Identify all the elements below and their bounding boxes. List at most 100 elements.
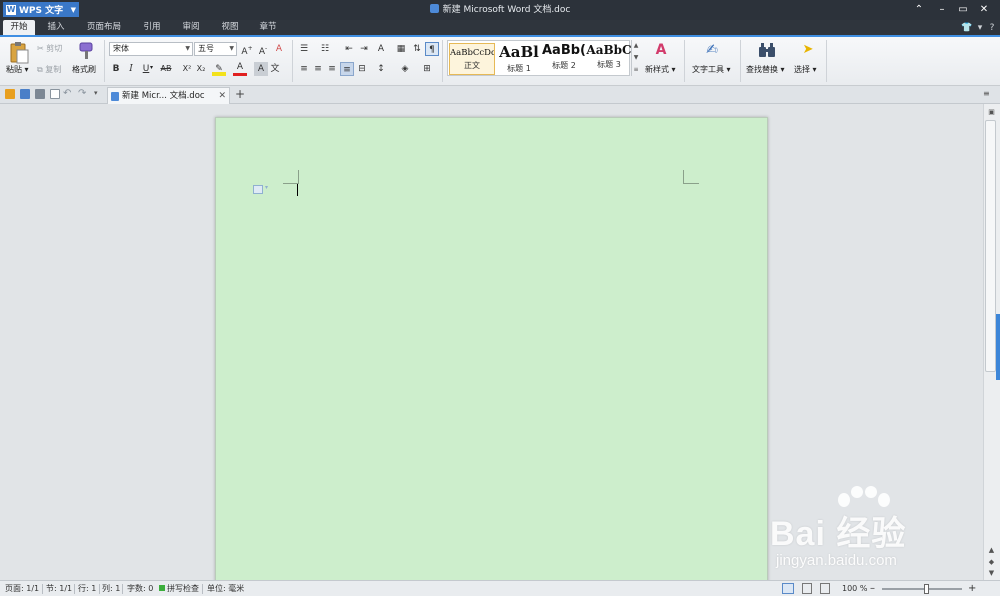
char-shading-button[interactable]: A — [254, 62, 268, 76]
format-painter-button[interactable]: 格式刷 — [72, 64, 96, 75]
print-preview-icon[interactable] — [50, 89, 60, 99]
bullet-list-icon[interactable]: ☰ — [297, 42, 311, 56]
paste-button[interactable] — [8, 41, 30, 65]
superscript-button[interactable]: X² — [180, 62, 194, 76]
wps-app-menu-button[interactable]: W WPS 文字 ▼ — [3, 2, 79, 17]
customize-toolbar-icon[interactable]: ▾ — [94, 89, 98, 97]
phonetic-guide-button[interactable]: 文 — [268, 62, 282, 76]
tab-section[interactable]: 章节 — [252, 20, 284, 35]
text-tools-icon[interactable]: ✍ — [701, 42, 723, 60]
scrollbar-thumb[interactable] — [985, 120, 996, 372]
table-grid-icon[interactable]: ▦ — [394, 42, 408, 56]
decrease-indent-icon[interactable]: ⇤ — [342, 42, 356, 56]
select-cursor-icon[interactable]: ➤ — [800, 42, 816, 58]
align-left-icon[interactable]: ≡ — [297, 62, 311, 76]
page-view-icon[interactable] — [782, 583, 794, 594]
font-color-button[interactable]: A — [233, 62, 247, 76]
subscript-button[interactable]: X₂ — [194, 62, 208, 76]
close-button[interactable]: ✕ — [977, 3, 991, 17]
tab-menu-icon[interactable]: ≡ — [983, 89, 993, 99]
binoculars-icon[interactable] — [757, 41, 777, 59]
status-word-count[interactable]: 字数: 0 — [127, 581, 153, 596]
style-heading-3[interactable]: AaBbC 标题 3 — [586, 43, 632, 75]
copy-button[interactable]: ⧉ 复制 — [37, 64, 61, 75]
show-marks-icon[interactable]: ¶ — [425, 42, 439, 56]
bold-button[interactable]: B — [109, 62, 123, 76]
increase-indent-icon[interactable]: ⇥ — [357, 42, 371, 56]
text-direction-icon[interactable]: A — [374, 42, 388, 56]
new-tab-button[interactable]: + — [234, 88, 246, 100]
chevron-down-icon[interactable]: ▾ — [974, 22, 986, 34]
line-spacing-icon[interactable]: ↕ — [374, 62, 388, 76]
font-size-combo[interactable]: 五号 ▼ — [194, 42, 237, 56]
align-center-icon[interactable]: ≡ — [311, 62, 325, 76]
borders-icon[interactable]: ⊞ — [420, 62, 434, 76]
close-icon[interactable]: ✕ — [218, 88, 226, 104]
app-menu-label: WPS 文字 — [19, 6, 64, 16]
zoom-in-icon[interactable]: + — [968, 581, 976, 596]
scroll-up-icon[interactable]: ▲ — [984, 544, 999, 556]
italic-button[interactable]: I — [124, 62, 138, 76]
status-spell-check[interactable]: 拼写检查 — [167, 581, 199, 596]
minimize-button[interactable]: – — [935, 3, 949, 17]
tab-view[interactable]: 视图 — [214, 20, 246, 35]
margin-corner-top-left — [283, 170, 299, 184]
collapse-ribbon-button[interactable]: ⌃ — [912, 3, 926, 17]
find-replace-button[interactable]: 查找替换 ▾ — [746, 64, 785, 75]
format-painter-icon[interactable] — [76, 42, 96, 60]
print-icon[interactable] — [35, 89, 45, 99]
scroll-down-icon[interactable]: ▼ — [984, 567, 999, 579]
style-normal[interactable]: AaBbCcDd 正文 — [449, 43, 495, 75]
undo-icon[interactable]: ↶ — [63, 88, 71, 99]
highlight-icon[interactable]: ✎ — [212, 62, 226, 76]
font-name-combo[interactable]: 宋体 ▼ — [109, 42, 193, 56]
chevron-down-icon[interactable]: ▾ — [150, 64, 153, 71]
new-style-button[interactable]: 新样式 ▾ — [645, 64, 676, 75]
status-page[interactable]: 页面: 1/1 — [5, 581, 39, 596]
tab-review[interactable]: 审阅 — [175, 20, 207, 35]
numbered-list-icon[interactable]: ☷ — [318, 42, 332, 56]
align-right-icon[interactable]: ≡ — [325, 62, 339, 76]
paste-label[interactable]: 粘贴 ▾ — [6, 64, 29, 75]
justify-icon[interactable]: ≡ — [340, 62, 354, 76]
tab-references[interactable]: 引用 — [136, 20, 168, 35]
paste-options-icon[interactable] — [253, 185, 263, 194]
status-section[interactable]: 节: 1/1 — [46, 581, 72, 596]
tab-insert[interactable]: 插入 — [40, 20, 72, 35]
skin-icon[interactable]: 👕 — [961, 22, 973, 34]
zoom-out-icon[interactable]: – — [870, 581, 875, 596]
restore-button[interactable]: ▭ — [956, 3, 970, 17]
ruler-toggle-icon[interactable]: ▣ — [984, 106, 999, 118]
styles-scroll[interactable]: ▲ ▼ ≡ — [631, 40, 640, 76]
zoom-slider-track[interactable] — [882, 588, 962, 590]
sort-icon[interactable]: ⇅ — [410, 42, 424, 56]
style-heading-2-name: 标题 2 — [552, 61, 576, 70]
status-unit[interactable]: 单位: 毫米 — [207, 581, 244, 596]
side-panel-handle[interactable] — [996, 314, 1000, 380]
chevron-down-icon: ▼ — [229, 45, 234, 52]
new-style-icon[interactable]: A — [650, 42, 672, 60]
tab-page-layout[interactable]: 页面布局 — [80, 20, 128, 35]
clear-format-icon[interactable]: A — [272, 42, 286, 56]
chevron-down-icon[interactable]: ▾ — [265, 184, 268, 191]
cut-button[interactable]: ✂ 剪切 — [37, 43, 62, 54]
shrink-font-icon[interactable]: A- — [256, 42, 270, 57]
outline-view-icon[interactable] — [820, 583, 830, 594]
text-tools-button[interactable]: 文字工具 ▾ — [692, 64, 731, 75]
select-button[interactable]: 选择 ▾ — [794, 64, 817, 75]
distributed-icon[interactable]: ⊟ — [355, 62, 369, 76]
web-view-icon[interactable] — [802, 583, 812, 594]
help-icon[interactable]: ? — [986, 22, 998, 34]
grow-font-icon[interactable]: A+ — [240, 42, 254, 57]
zoom-slider-thumb[interactable] — [924, 584, 929, 594]
zoom-level[interactable]: 100 % — [842, 581, 867, 596]
style-heading-1[interactable]: AaBl 标题 1 — [496, 43, 542, 75]
open-folder-icon[interactable] — [5, 89, 15, 99]
document-tab[interactable]: 新建 Micr... 文档.doc ✕ — [107, 87, 230, 104]
style-heading-2[interactable]: AaBb( 标题 2 — [541, 43, 587, 75]
save-icon[interactable] — [20, 89, 30, 99]
strikethrough-button[interactable]: AB — [156, 62, 176, 76]
tab-home[interactable]: 开始 — [3, 20, 35, 35]
redo-icon[interactable]: ↷ — [78, 88, 86, 99]
shading-fill-icon[interactable]: ◈ — [398, 62, 412, 76]
